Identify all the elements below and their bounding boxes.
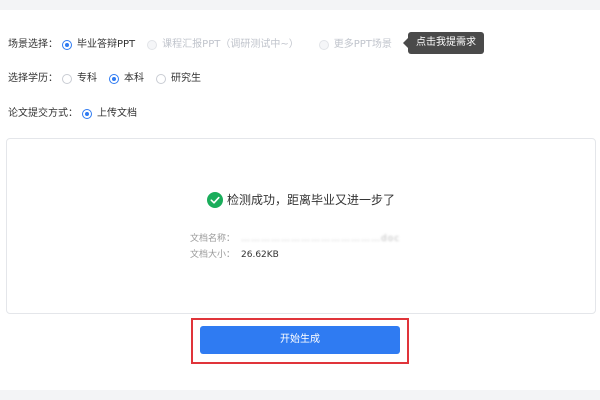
scene-row: 场景选择： 毕业答辩PPT 课程汇报PPT（调研测试中~） 更多PPT场景 xyxy=(8,38,404,52)
document-name-value: ……………………………………doc xyxy=(241,234,401,244)
degree-option-graduate[interactable]: 研究生 xyxy=(156,72,201,86)
radio-checked-icon[interactable] xyxy=(62,40,72,50)
scene-option-label: 课程汇报PPT（调研测试中~） xyxy=(162,39,299,50)
degree-option-bachelor[interactable]: 本科 xyxy=(109,72,144,86)
page: 场景选择： 毕业答辩PPT 课程汇报PPT（调研测试中~） 更多PPT场景 点击… xyxy=(0,0,600,400)
scene-option-label: 更多PPT场景 xyxy=(333,39,392,50)
degree-row: 选择学历： 专科 本科 研究生 xyxy=(8,72,213,86)
radio-unchecked-icon[interactable] xyxy=(62,74,72,84)
check-circle-icon xyxy=(207,191,223,208)
degree-option-label: 研究生 xyxy=(171,73,201,84)
start-generate-button[interactable]: 开始生成 xyxy=(200,326,400,354)
scene-option-more[interactable]: 更多PPT场景 xyxy=(318,38,392,52)
radio-unchecked-icon[interactable] xyxy=(156,74,166,84)
request-tooltip[interactable]: 点击我提需求 xyxy=(403,32,484,54)
upload-result-box[interactable]: 检测成功，距离毕业又进一步了 文档名称： ……………………………………doc 文… xyxy=(6,138,596,314)
radio-disabled-icon[interactable] xyxy=(318,40,329,50)
upload-success-message: 检测成功，距离毕业又进一步了 xyxy=(207,191,395,208)
top-divider xyxy=(0,0,600,10)
success-text: 检测成功，距离毕业又进一步了 xyxy=(227,193,396,207)
document-name-row: 文档名称： ……………………………………doc xyxy=(190,233,400,245)
submit-option-label: 上传文档 xyxy=(97,108,137,119)
document-size-value: 26.62KB xyxy=(241,250,279,260)
radio-checked-icon[interactable] xyxy=(109,74,119,84)
document-size-label: 文档大小： xyxy=(190,250,236,260)
document-size-row: 文档大小： 26.62KB xyxy=(190,249,279,261)
degree-label: 选择学历： xyxy=(8,73,58,84)
degree-option-label: 本科 xyxy=(124,73,144,84)
document-name-label: 文档名称： xyxy=(190,234,236,244)
radio-checked-icon[interactable] xyxy=(82,109,92,119)
degree-option-label: 专科 xyxy=(77,73,97,84)
scene-label: 场景选择： xyxy=(8,39,58,50)
submit-method-label: 论文提交方式： xyxy=(8,108,78,119)
scene-option-defense-ppt[interactable]: 毕业答辩PPT xyxy=(62,38,135,52)
submit-option-upload[interactable]: 上传文档 xyxy=(82,107,137,121)
scene-option-course-ppt[interactable]: 课程汇报PPT（调研测试中~） xyxy=(147,38,299,52)
radio-disabled-icon[interactable] xyxy=(147,40,158,50)
degree-option-junior-college[interactable]: 专科 xyxy=(62,72,97,86)
scene-option-label: 毕业答辩PPT xyxy=(77,39,136,50)
submit-method-row: 论文提交方式： 上传文档 xyxy=(8,107,149,121)
